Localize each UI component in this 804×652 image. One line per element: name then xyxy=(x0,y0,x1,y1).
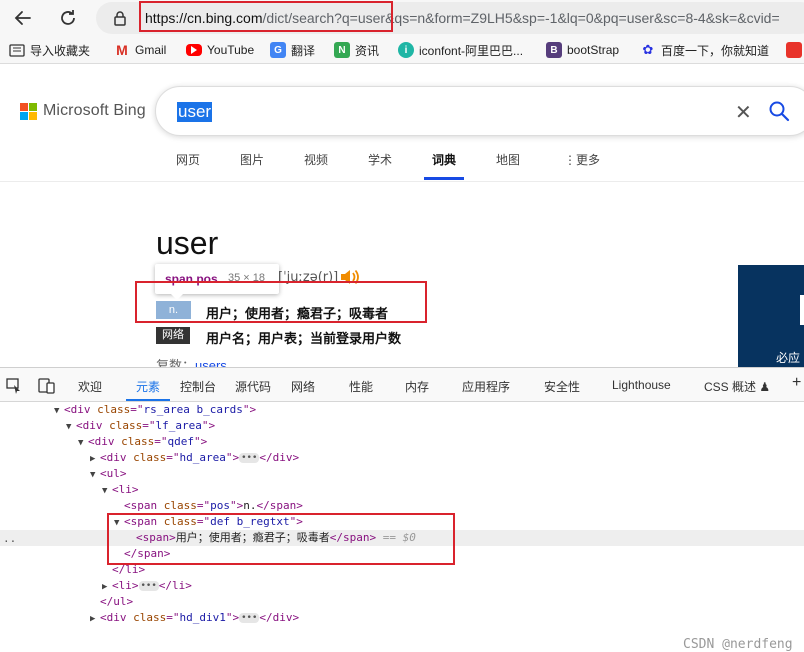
dom-node[interactable]: ▼ <div class="lf_area"> xyxy=(0,418,804,434)
side-image-caption: 必应 xyxy=(776,351,801,365)
dom-node[interactable]: <span class="pos">n.</span> xyxy=(0,498,804,514)
dom-node[interactable]: ▼ <div class="qdef"> xyxy=(0,434,804,450)
dt-tab-lighthouse[interactable]: Lighthouse xyxy=(612,378,671,392)
dom-node[interactable]: ▶ <div class="hd_area"> ••• </div> xyxy=(0,450,804,466)
dt-tab-memory[interactable]: 内存 xyxy=(405,378,429,395)
dt-tab-welcome[interactable]: 欢迎 xyxy=(78,378,102,395)
expanded-triangle-icon[interactable]: ▼ xyxy=(102,483,112,499)
ellipsis-icon[interactable]: ••• xyxy=(239,613,260,623)
plural-link[interactable]: users xyxy=(195,358,227,367)
search-input[interactable]: user xyxy=(177,102,213,122)
dt-tab-css-overview[interactable]: CSS 概述 ♟ xyxy=(704,378,770,395)
dom-node[interactable]: ▼ <div class="rs_area b_cards"> xyxy=(0,402,804,418)
bootstrap-icon: B xyxy=(546,42,562,58)
tabs-divider xyxy=(0,181,804,182)
reload-button[interactable] xyxy=(56,6,80,30)
bookmark-import[interactable]: 导入收藏夹 xyxy=(9,41,90,59)
news-icon: N xyxy=(334,42,350,58)
dom-node[interactable]: ▼ <li> xyxy=(0,482,804,498)
bookmark-red-icon xyxy=(786,42,802,58)
dt-tab-console[interactable]: 控制台 xyxy=(180,378,216,395)
highlight-box-dom xyxy=(107,513,455,565)
tab-dictionary[interactable]: 词典 xyxy=(432,151,456,168)
dt-tab-application[interactable]: 应用程序 xyxy=(462,378,510,395)
tab-academic[interactable]: 学术 xyxy=(368,151,392,168)
plural-form: 复数：users xyxy=(156,355,227,367)
bookmark-gmail[interactable]: M Gmail xyxy=(114,41,166,59)
dom-node[interactable]: ▶ <li> ••• </li> xyxy=(0,578,804,594)
devtools-panel: 欢迎 元素 控制台 源代码 网络 性能 内存 应用程序 安全性 Lighthou… xyxy=(0,367,804,652)
devtools-tabbar: 欢迎 元素 控制台 源代码 网络 性能 内存 应用程序 安全性 Lighthou… xyxy=(0,368,804,402)
dt-tab-security[interactable]: 安全性 xyxy=(544,378,580,395)
search-box[interactable]: user ✕ xyxy=(155,86,804,136)
back-button[interactable] xyxy=(11,6,35,30)
baidu-paw-icon: ✿ xyxy=(642,42,654,57)
search-icon[interactable] xyxy=(768,100,790,122)
tab-web[interactable]: 网页 xyxy=(176,151,200,168)
dom-node[interactable]: </ul> xyxy=(0,594,804,610)
iconfont-icon: i xyxy=(398,42,414,58)
bookmark-youtube[interactable]: YouTube xyxy=(186,41,254,59)
bookmark-more[interactable] xyxy=(786,41,804,59)
watermark: CSDN @nerdfeng xyxy=(683,637,793,652)
expanded-triangle-icon[interactable]: ▼ xyxy=(66,419,76,435)
tab-images[interactable]: 图片 xyxy=(240,151,264,168)
collapsed-triangle-icon[interactable]: ▶ xyxy=(102,579,112,595)
node-menu-dots-icon[interactable]: ·· xyxy=(3,535,16,548)
highlight-box-url xyxy=(139,1,393,32)
arrow-left-icon xyxy=(14,11,31,25)
dom-node[interactable]: ▶ <div class="hd_div1"> ••• </div> xyxy=(0,610,804,626)
dom-node[interactable]: ▼ <ul> xyxy=(0,466,804,482)
collapsed-triangle-icon[interactable]: ▶ xyxy=(90,451,100,467)
bookmark-baidu[interactable]: ✿ 百度一下，你就知道 xyxy=(640,41,769,59)
browser-toolbar: https://cn.bing.com/dict/search?q=user&q… xyxy=(0,0,804,36)
side-image-mark xyxy=(800,295,804,325)
dt-active-tab-indicator xyxy=(126,399,170,401)
microsoft-logo-icon xyxy=(20,102,37,120)
bookmark-bootstrap[interactable]: B bootStrap xyxy=(546,41,619,59)
active-tab-indicator xyxy=(424,177,464,180)
bookmark-iconfont[interactable]: i iconfont-阿里巴巴... xyxy=(398,41,523,59)
ellipsis-icon[interactable]: ••• xyxy=(138,581,159,591)
bing-page: Microsoft Bing user ✕ 网页 图片 视频 学术 词典 地图 … xyxy=(0,65,804,367)
lock-icon[interactable] xyxy=(113,10,127,26)
translate-icon: G xyxy=(270,42,286,58)
dt-tab-elements[interactable]: 元素 xyxy=(136,378,160,395)
web-tag: 网络 xyxy=(156,327,190,344)
dt-tab-sources[interactable]: 源代码 xyxy=(235,378,271,395)
dt-tab-network[interactable]: 网络 xyxy=(291,378,315,395)
add-tab-icon[interactable]: + xyxy=(792,374,801,392)
bookmark-translate[interactable]: G 翻译 xyxy=(270,41,315,59)
tab-more[interactable]: ⋮更多 xyxy=(564,151,600,168)
device-toolbar-icon[interactable] xyxy=(38,378,56,394)
folder-icon xyxy=(9,42,25,58)
flask-icon: ♟ xyxy=(759,380,771,394)
tab-videos[interactable]: 视频 xyxy=(304,151,328,168)
expanded-triangle-icon[interactable]: ▼ xyxy=(54,403,64,419)
web-definition-text: 用户名；用户表；当前登录用户数 xyxy=(206,331,402,346)
bookmarks-bar: 导入收藏夹 M Gmail YouTube G 翻译 N 资讯 i iconfo… xyxy=(0,36,804,64)
inspect-element-icon[interactable] xyxy=(6,378,22,394)
search-tabs: 网页 图片 视频 学术 词典 地图 ⋮更多 xyxy=(0,151,804,181)
dom-tree: ▼ <div class="rs_area b_cards"> ▼ <div cla… xyxy=(0,402,804,652)
reload-icon xyxy=(61,10,75,25)
ellipsis-icon[interactable]: ••• xyxy=(239,453,260,463)
headword: user xyxy=(156,225,219,261)
bookmark-news[interactable]: N 资讯 xyxy=(334,41,379,59)
tab-maps[interactable]: 地图 xyxy=(496,151,520,168)
dt-tab-performance[interactable]: 性能 xyxy=(349,378,373,395)
expanded-triangle-icon[interactable]: ▼ xyxy=(78,435,88,451)
gmail-icon: M xyxy=(116,42,128,58)
more-dots-icon: ⋮ xyxy=(564,153,576,167)
youtube-icon xyxy=(186,44,202,56)
bing-logo[interactable]: Microsoft Bing xyxy=(20,102,146,120)
expanded-triangle-icon[interactable]: ▼ xyxy=(90,467,100,483)
collapsed-triangle-icon[interactable]: ▶ xyxy=(90,611,100,627)
clear-search-icon[interactable]: ✕ xyxy=(735,100,752,125)
highlight-box-definition xyxy=(135,281,427,323)
